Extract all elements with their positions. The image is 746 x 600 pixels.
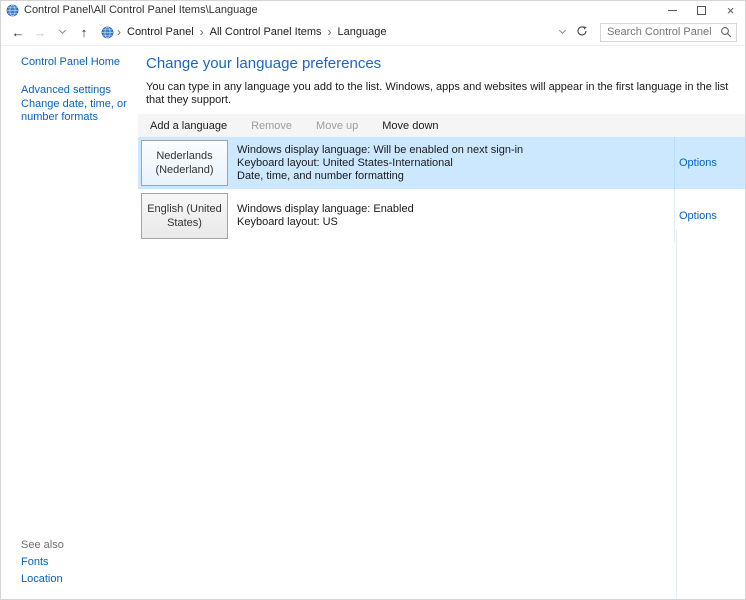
forward-icon: → xyxy=(34,25,47,40)
detail-keyboard-layout: Keyboard layout: US xyxy=(237,216,674,229)
language-app-icon xyxy=(6,4,19,17)
options-column-separator xyxy=(676,229,677,599)
page-title: Change your language preferences xyxy=(146,55,745,73)
back-icon: ← xyxy=(12,25,25,40)
detail-date-time-formatting: Date, time, and number formatting xyxy=(237,170,674,183)
options-cell: Options xyxy=(674,137,745,189)
options-link[interactable]: Options xyxy=(679,210,717,222)
sidebar-item-control-panel-home[interactable]: Control Panel Home xyxy=(21,56,130,69)
detail-display-language: Windows display language: Enabled xyxy=(237,203,674,216)
maximize-icon xyxy=(697,6,706,15)
language-details: Windows display language: Enabled Keyboa… xyxy=(237,203,674,229)
window-controls: × xyxy=(658,1,745,19)
remove-button: Remove xyxy=(247,118,296,134)
page-description: You can type in any language you add to … xyxy=(146,81,745,107)
see-also-header: See also xyxy=(21,539,64,552)
breadcrumb: › Control Panel › All Control Panel Item… xyxy=(97,21,592,43)
detail-display-language: Windows display language: Will be enable… xyxy=(237,144,674,157)
search-input[interactable] xyxy=(607,26,720,38)
language-tile[interactable]: Nederlands (Nederland) xyxy=(141,140,228,186)
close-icon: × xyxy=(727,4,735,17)
options-cell: Options xyxy=(674,189,745,243)
main-pane: Change your language preferences You can… xyxy=(138,46,745,599)
sidebar-item-change-date-time-formats[interactable]: Change date, time, or number formats xyxy=(21,98,130,124)
chevron-down-icon xyxy=(558,27,565,34)
address-bar: ← → ↑ › Control Panel › All Control Pane… xyxy=(1,19,745,46)
up-button[interactable]: ↑ xyxy=(73,21,95,43)
title-bar: Control Panel\All Control Panel Items\La… xyxy=(1,1,745,19)
move-up-button: Move up xyxy=(312,118,362,134)
detail-keyboard-layout: Keyboard layout: United States-Internati… xyxy=(237,157,674,170)
control-panel-icon xyxy=(101,26,114,39)
search-icon[interactable] xyxy=(720,26,732,38)
language-details: Windows display language: Will be enable… xyxy=(237,144,674,183)
minimize-button[interactable] xyxy=(658,1,687,19)
search-box xyxy=(600,23,737,42)
sidebar-item-advanced-settings[interactable]: Advanced settings xyxy=(21,84,130,97)
window-title: Control Panel\All Control Panel Items\La… xyxy=(24,4,658,16)
sidebar-item-fonts[interactable]: Fonts xyxy=(21,556,64,569)
see-also-section: See also Fonts Location xyxy=(21,539,64,590)
minimize-icon xyxy=(668,10,677,11)
language-row-nederlands[interactable]: Nederlands (Nederland) Windows display l… xyxy=(138,137,745,189)
chevron-down-icon xyxy=(58,27,65,34)
close-button[interactable]: × xyxy=(716,1,745,19)
breadcrumb-item-language[interactable]: Language xyxy=(333,23,392,41)
language-tile[interactable]: English (United States) xyxy=(141,193,228,239)
back-button[interactable]: ← xyxy=(7,21,29,43)
language-row-english[interactable]: English (United States) Windows display … xyxy=(138,189,745,243)
breadcrumb-item-control-panel[interactable]: Control Panel xyxy=(122,23,199,41)
content-area: Control Panel Home Advanced settings Cha… xyxy=(1,46,745,599)
address-dropdown-button[interactable] xyxy=(552,22,572,42)
breadcrumb-item-all-items[interactable]: All Control Panel Items xyxy=(205,23,327,41)
options-link[interactable]: Options xyxy=(679,157,717,169)
control-panel-window: Control Panel\All Control Panel Items\La… xyxy=(0,0,746,600)
refresh-button[interactable] xyxy=(572,22,592,42)
sidebar: Control Panel Home Advanced settings Cha… xyxy=(1,46,138,599)
forward-button[interactable]: → xyxy=(29,21,51,43)
refresh-icon xyxy=(576,25,588,40)
add-language-button[interactable]: Add a language xyxy=(146,118,231,134)
sidebar-item-location[interactable]: Location xyxy=(21,573,64,586)
move-down-button[interactable]: Move down xyxy=(378,118,442,134)
language-toolbar: Add a language Remove Move up Move down xyxy=(138,114,745,137)
recent-pages-button[interactable] xyxy=(51,21,73,43)
up-icon: ↑ xyxy=(81,25,88,40)
maximize-button[interactable] xyxy=(687,1,716,19)
